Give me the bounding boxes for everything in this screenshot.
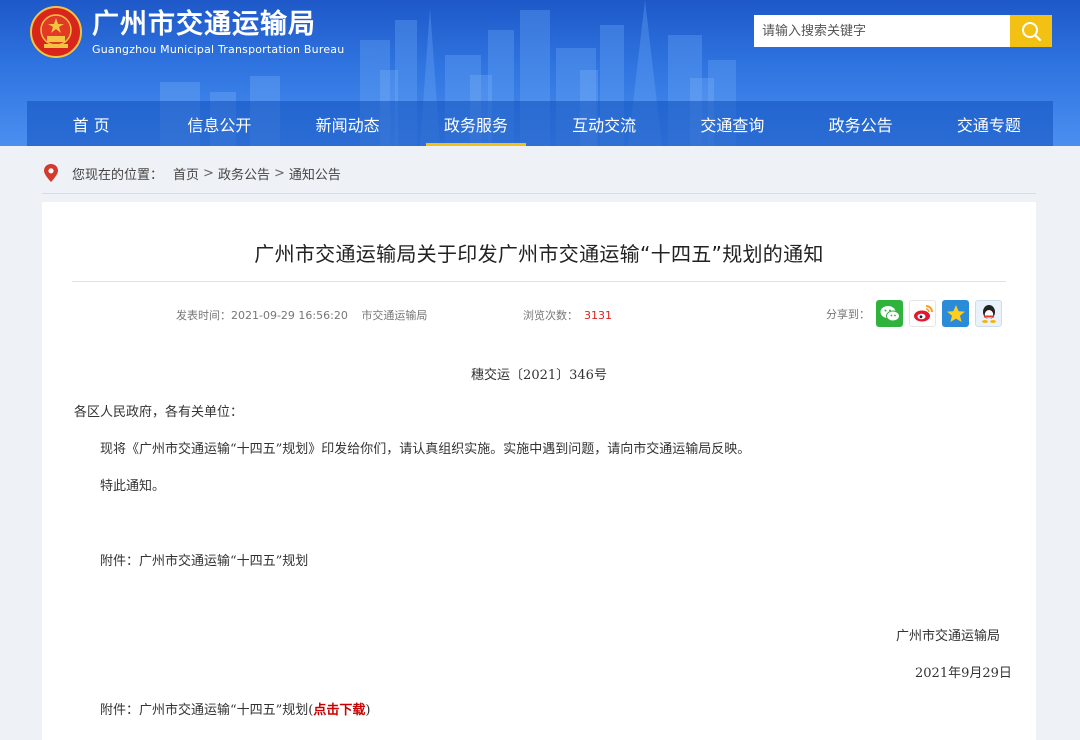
- document-number: 穗交运〔2021〕346号: [471, 368, 607, 383]
- breadcrumb-notices[interactable]: 通知公告: [289, 164, 341, 183]
- download-link[interactable]: 点击下载: [313, 703, 365, 718]
- national-emblem-icon: [30, 6, 82, 58]
- nav-announcements[interactable]: 政务公告: [797, 101, 925, 146]
- header-banner: 广州市交通运输局 Guangzhou Municipal Transportat…: [0, 0, 1080, 146]
- location-pin-icon: [44, 164, 58, 182]
- article-panel: 广州市交通运输局关于印发广州市交通运输“十四五”规划的通知 发表时间：2021-…: [42, 202, 1036, 740]
- nav-traffic-topics[interactable]: 交通专题: [925, 101, 1053, 146]
- views-value: 3131: [584, 309, 612, 322]
- weibo-icon[interactable]: [909, 300, 936, 327]
- share-label: 分享到：: [826, 307, 870, 321]
- attachment-download-prefix: 附件：广州市交通运输“十四五”规划(: [100, 703, 314, 718]
- breadcrumb-announcements[interactable]: 政务公告: [218, 164, 270, 183]
- closing-text: 特此通知。: [100, 479, 166, 494]
- publish-info: 发表时间：2021-09-29 16:56:20 市交通运输局: [176, 307, 427, 323]
- search-input[interactable]: [754, 15, 1010, 47]
- breadcrumb: 您现在的位置： 首页 > 政务公告 > 通知公告: [42, 156, 1036, 190]
- search-button[interactable]: [1010, 15, 1052, 47]
- breadcrumb-home[interactable]: 首页: [173, 164, 199, 183]
- publish-label: 发表时间：: [176, 309, 231, 322]
- main-nav: 首 页 信息公开 新闻动态 政务服务 互动交流 交通查询 政务公告 交通专题: [27, 101, 1053, 146]
- views-label: 浏览次数：: [523, 309, 578, 322]
- site-name-en: Guangzhou Municipal Transportation Burea…: [92, 42, 345, 56]
- site-logo[interactable]: 广州市交通运输局 Guangzhou Municipal Transportat…: [30, 6, 344, 58]
- breadcrumb-divider: [42, 193, 1036, 194]
- search-icon: [1022, 22, 1042, 42]
- signer: 广州市交通运输局: [896, 629, 1001, 644]
- salutation: 各区人民政府，各有关单位：: [74, 405, 244, 420]
- nav-interaction[interactable]: 互动交流: [540, 101, 668, 146]
- site-brand: 广州市交通运输局 Guangzhou Municipal Transportat…: [92, 9, 344, 56]
- wechat-icon[interactable]: [876, 300, 903, 327]
- breadcrumb-separator: >: [273, 165, 285, 181]
- article-source: 市交通运输局: [361, 309, 428, 322]
- qq-icon[interactable]: [975, 300, 1002, 327]
- nav-home[interactable]: 首 页: [27, 101, 155, 146]
- attachment-download: 附件：广州市交通运输“十四五”规划(点击下载): [100, 699, 370, 718]
- body-paragraph: 现将《广州市交通运输“十四五”规划》印发给你们，请认真组织实施。实施中遇到问题，…: [100, 442, 751, 457]
- attachment-download-suffix: ): [365, 703, 371, 718]
- nav-traffic-query[interactable]: 交通查询: [668, 101, 796, 146]
- issue-date: 2021年9月29日: [915, 666, 1012, 681]
- attachment-line: 附件：广州市交通运输“十四五”规划: [100, 554, 309, 569]
- breadcrumb-prefix: 您现在的位置：: [72, 167, 164, 183]
- search-box: [754, 15, 1052, 47]
- qzone-icon[interactable]: [942, 300, 969, 327]
- breadcrumb-separator: >: [203, 165, 214, 181]
- nav-government-services[interactable]: 政务服务: [412, 101, 540, 146]
- title-divider: [72, 281, 1006, 282]
- article-title: 广州市交通运输局关于印发广州市交通运输“十四五”规划的通知: [254, 242, 824, 266]
- nav-news[interactable]: 新闻动态: [284, 101, 412, 146]
- nav-info-disclosure[interactable]: 信息公开: [155, 101, 283, 146]
- share-bar: 分享到：: [826, 300, 1002, 327]
- publish-time: 2021-09-29 16:56:20: [231, 309, 348, 322]
- view-count: 浏览次数： 3131: [523, 307, 612, 323]
- site-name: 广州市交通运输局: [92, 8, 316, 40]
